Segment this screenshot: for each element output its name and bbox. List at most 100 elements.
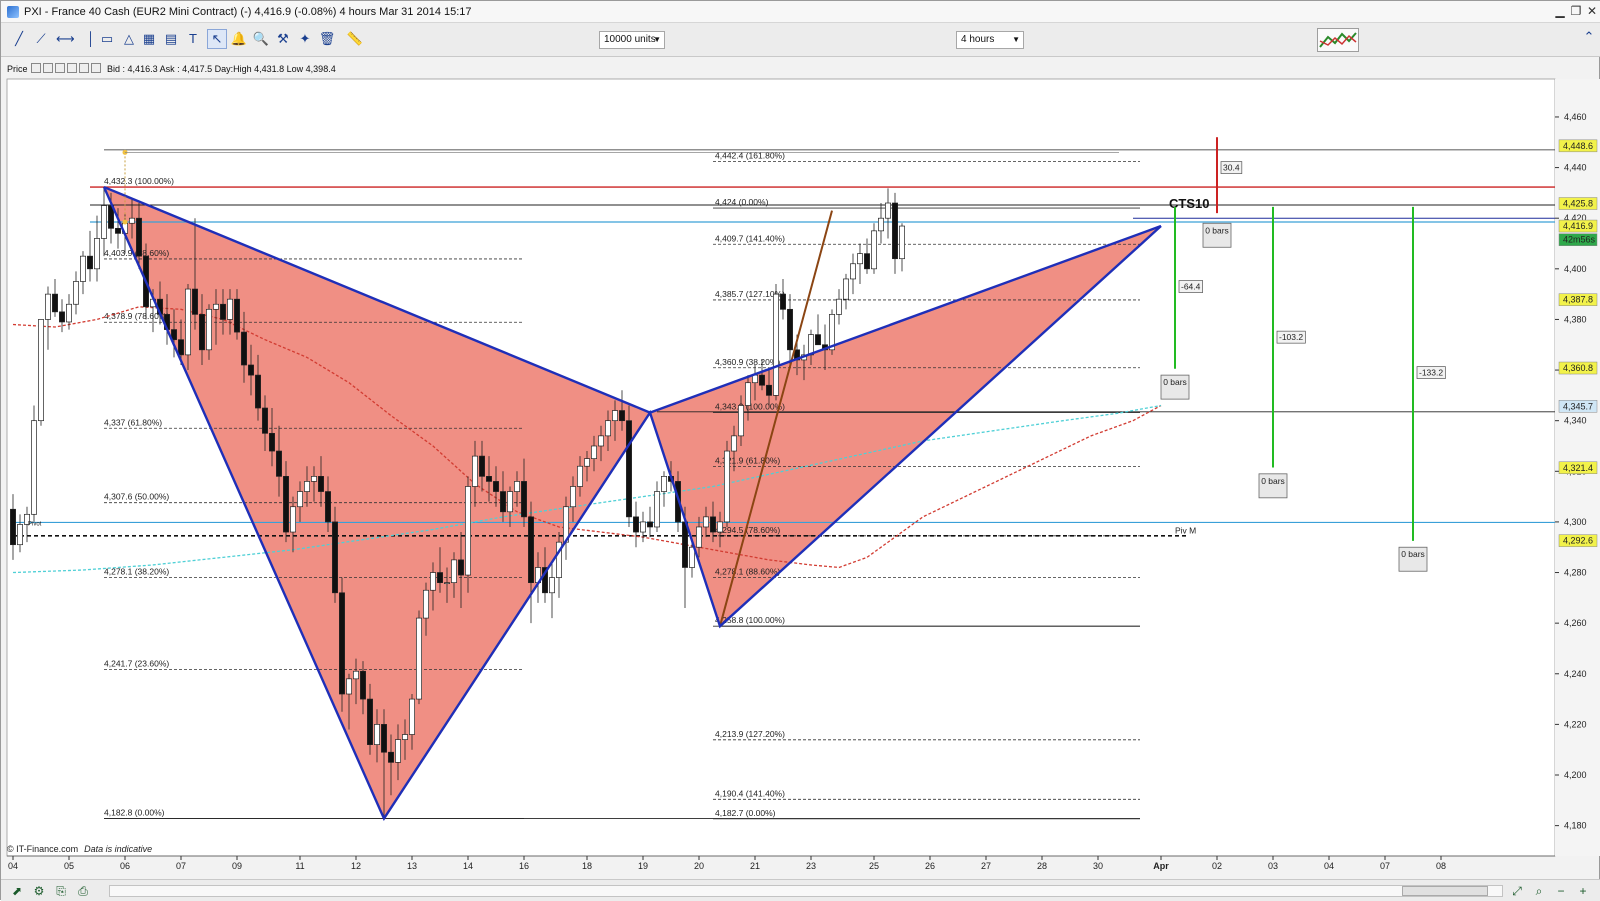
fib-label-right: 4,182.7 (0.00%) (715, 808, 776, 818)
y-tick-label: 4,200 (1564, 770, 1587, 780)
candle-body (507, 491, 513, 513)
candle-body (843, 278, 849, 300)
proj-red-label: 30.4 (1223, 163, 1240, 173)
candle-body (199, 314, 205, 351)
candle-body (52, 293, 58, 313)
y-tick-label: 4,260 (1564, 618, 1587, 628)
candle-body (514, 481, 520, 492)
fib-label-right: 4,278.1 (88.60%) (715, 566, 780, 576)
proj-green-3-bars-label: 0 bars (1401, 549, 1425, 559)
candle-body (871, 230, 877, 270)
candle-body (864, 253, 870, 270)
price-chart[interactable]: 4,1804,2004,2204,2404,2604,2804,3004,320… (1, 1, 1600, 901)
candle-body (458, 559, 464, 576)
price-tag-label: 4,387.8 (1563, 295, 1593, 305)
candle-body (388, 751, 394, 763)
x-tick-label: 04 (8, 861, 18, 871)
horizontal-scrollbar[interactable] (109, 885, 1503, 897)
candle-body (836, 298, 842, 315)
candle-body (857, 253, 863, 265)
candle-body (101, 205, 107, 239)
candle-body (752, 374, 758, 384)
chart-icon[interactable]: ⬈ (9, 883, 25, 899)
x-tick-label: 07 (176, 861, 186, 871)
print-icon[interactable]: ⎙ (75, 883, 91, 899)
candle-body (353, 670, 359, 680)
candle-body (269, 432, 275, 452)
candle-body (465, 486, 471, 576)
candle-body (528, 516, 534, 584)
candle-body (710, 516, 716, 533)
x-tick-label: 02 (1212, 861, 1222, 871)
settings-icon[interactable]: ⚙ (31, 883, 47, 899)
candle-body (479, 455, 485, 477)
candle-body (605, 420, 611, 437)
candle-body (346, 678, 352, 695)
fib-label-left: 4,432.3 (100.00%) (104, 176, 174, 186)
candle-body (703, 516, 709, 528)
candle-body (619, 410, 625, 422)
candle-body (402, 734, 408, 740)
x-tick-label: 04 (1324, 861, 1334, 871)
price-tag-label: 4,321.4 (1563, 463, 1593, 473)
candle-body (549, 577, 555, 594)
x-tick-label: 11 (295, 861, 304, 871)
candle-body (311, 476, 317, 482)
y-tick-label: 4,300 (1564, 517, 1587, 527)
price-tag-label: 4,416.9 (1563, 221, 1593, 231)
candle-body (31, 420, 37, 515)
candle-body (192, 288, 198, 315)
price-tag-label: 4,360.8 (1563, 363, 1593, 373)
candle-body (451, 559, 457, 584)
candle-body (381, 724, 387, 753)
candle-body (423, 589, 429, 619)
candle-body (486, 476, 492, 482)
candle-body (654, 491, 660, 528)
zoom-in-icon[interactable]: + (1575, 883, 1591, 899)
candle-body (766, 384, 772, 396)
y-tick-label: 4,180 (1564, 821, 1587, 831)
candle-body (10, 508, 16, 546)
candle-body (850, 263, 856, 280)
scrollbar-thumb[interactable] (1402, 886, 1488, 896)
zoom-out-icon[interactable]: − (1553, 883, 1569, 899)
fib-label-left: 4,241.7 (23.60%) (104, 658, 169, 668)
candle-body (815, 334, 821, 346)
x-tick-label: 25 (869, 861, 879, 871)
candle-body (45, 293, 51, 320)
candle-body (59, 311, 65, 323)
x-tick-label: 27 (981, 861, 991, 871)
candle-body (248, 364, 254, 376)
candle-body (255, 374, 261, 409)
candle-body (878, 217, 884, 232)
zoom-fit-icon[interactable]: ⌕ (1531, 883, 1547, 899)
candle-body (626, 420, 632, 518)
proj-green-2-label: -103.2 (1279, 332, 1303, 342)
candle-body (73, 281, 79, 305)
fib-label-right: 4,442.4 (161.80%) (715, 151, 785, 161)
candle-body (325, 491, 331, 523)
candle-body (66, 303, 72, 323)
candle-body (633, 516, 639, 533)
candle-body (115, 227, 121, 234)
x-tick-label: 30 (1093, 861, 1103, 871)
x-tick-label: 21 (750, 861, 760, 871)
price-tag-label: 4,292.6 (1563, 536, 1593, 546)
candle-body (17, 524, 23, 546)
fit-icon[interactable]: ⤢ (1509, 883, 1525, 899)
candle-body (80, 255, 86, 282)
fib-label-left: 4,182.8 (0.00%) (104, 808, 165, 818)
fib-label-left: 4,307.6 (50.00%) (104, 492, 169, 502)
candle-body (94, 238, 100, 270)
candle-body (220, 303, 226, 320)
candle-body (885, 202, 891, 219)
candle-body (640, 521, 646, 533)
candle-body (738, 405, 744, 437)
y-tick-label: 4,460 (1564, 112, 1587, 122)
export-icon[interactable]: ⎘ (53, 883, 69, 899)
proj-green-1-label: -64.4 (1181, 282, 1201, 292)
x-tick-label: 06 (120, 861, 130, 871)
x-tick-label: 08 (1436, 861, 1446, 871)
x-tick-label: 19 (638, 861, 648, 871)
candle-body (185, 288, 191, 356)
